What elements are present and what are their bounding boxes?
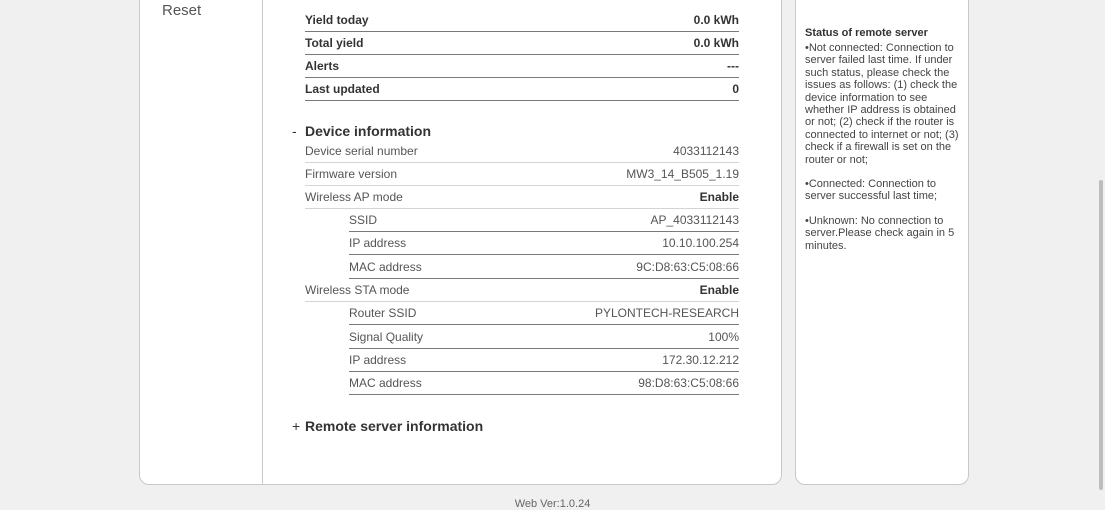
yield-today-value: 0.0 kWh [693, 13, 739, 27]
router-ssid-label: Router SSID [349, 306, 417, 320]
last-updated-value: 0 [732, 82, 739, 96]
total-yield-value: 0.0 kWh [693, 36, 739, 50]
remote-server-header[interactable]: + Remote server information [292, 418, 483, 434]
serial-number-label: Device serial number [305, 144, 418, 158]
ap-ssid-value: AP_4033112143 [650, 213, 739, 227]
wireless-ap-status: Enable [699, 190, 739, 204]
alerts-label: Alerts [305, 59, 340, 73]
firmware-row: Firmware version MW3_14_B505_1.19 [305, 163, 739, 186]
wireless-ap-label: Wireless AP mode [305, 190, 403, 204]
signal-quality-value: 100% [708, 330, 739, 344]
help-not-connected-text: •Not connected: Connection to server fai… [805, 42, 959, 166]
device-info-header[interactable]: - Device information [292, 123, 431, 139]
ap-ip-label: IP address [349, 236, 407, 250]
ap-ip-value: 10.10.100.254 [662, 236, 739, 250]
sta-mac-value: 98:D8:63:C5:08:66 [638, 376, 739, 390]
last-updated-label: Last updated [305, 82, 380, 96]
firmware-label: Firmware version [305, 167, 398, 181]
signal-quality-label: Signal Quality [349, 330, 424, 344]
expand-toggle[interactable]: + [292, 418, 305, 434]
sta-ip-row: IP address 172.30.12.212 [349, 349, 739, 372]
version-footer: Web Ver:1.0.24 [514, 498, 591, 510]
help-body: •Not connected: Connection to server fai… [805, 42, 963, 264]
wireless-sta-row: Wireless STA mode Enable [305, 279, 739, 302]
remote-server-title: Remote server information [305, 418, 484, 434]
ap-mac-value: 9C:D8:63:C5:08:66 [636, 260, 739, 274]
help-unknown-text: •Unknown: No connection to server.Please… [805, 214, 955, 252]
sta-ip-value: 172.30.12.212 [662, 353, 739, 367]
wireless-sta-status: Enable [699, 283, 739, 297]
collapse-toggle[interactable]: - [292, 123, 305, 139]
left-menu: Reset [140, 0, 263, 484]
ap-ip-row: IP address 10.10.100.254 [349, 232, 739, 255]
serial-number-row: Device serial number 4033112143 [305, 140, 739, 163]
help-connected-text: •Connected: Connection to server success… [805, 178, 938, 203]
alerts-row: Alerts --- [305, 55, 739, 78]
help-panel: Status of remote server •Not connected: … [795, 0, 969, 485]
ap-mac-label: MAC address [349, 260, 422, 274]
firmware-value: MW3_14_B505_1.19 [626, 167, 739, 181]
serial-number-value: 4033112143 [673, 144, 739, 158]
reset-menu-item[interactable]: Reset [162, 2, 201, 19]
total-yield-row: Total yield 0.0 kWh [305, 32, 739, 55]
scrollbar[interactable] [1099, 180, 1103, 490]
device-info-title: Device information [305, 123, 432, 139]
ap-ssid-label: SSID [349, 213, 378, 227]
wireless-ap-row: Wireless AP mode Enable [305, 186, 739, 209]
yield-today-label: Yield today [305, 13, 369, 27]
router-ssid-row: Router SSID PYLONTECH-RESEARCH [349, 302, 739, 325]
total-yield-label: Total yield [305, 36, 364, 50]
sta-mac-label: MAC address [349, 376, 422, 390]
router-ssid-value: PYLONTECH-RESEARCH [594, 306, 739, 320]
wireless-sta-label: Wireless STA mode [305, 283, 410, 297]
sta-mac-row: MAC address 98:D8:63:C5:08:66 [349, 372, 739, 395]
alerts-value: --- [727, 59, 739, 73]
ap-mac-row: MAC address 9C:D8:63:C5:08:66 [349, 256, 739, 279]
ap-ssid-row: SSID AP_4033112143 [349, 209, 739, 232]
sta-ip-label: IP address [349, 353, 407, 367]
help-title: Status of remote server [805, 27, 928, 39]
last-updated-row: Last updated 0 [305, 78, 739, 101]
yield-today-row: Yield today 0.0 kWh [305, 9, 739, 32]
signal-quality-row: Signal Quality 100% [349, 326, 739, 349]
